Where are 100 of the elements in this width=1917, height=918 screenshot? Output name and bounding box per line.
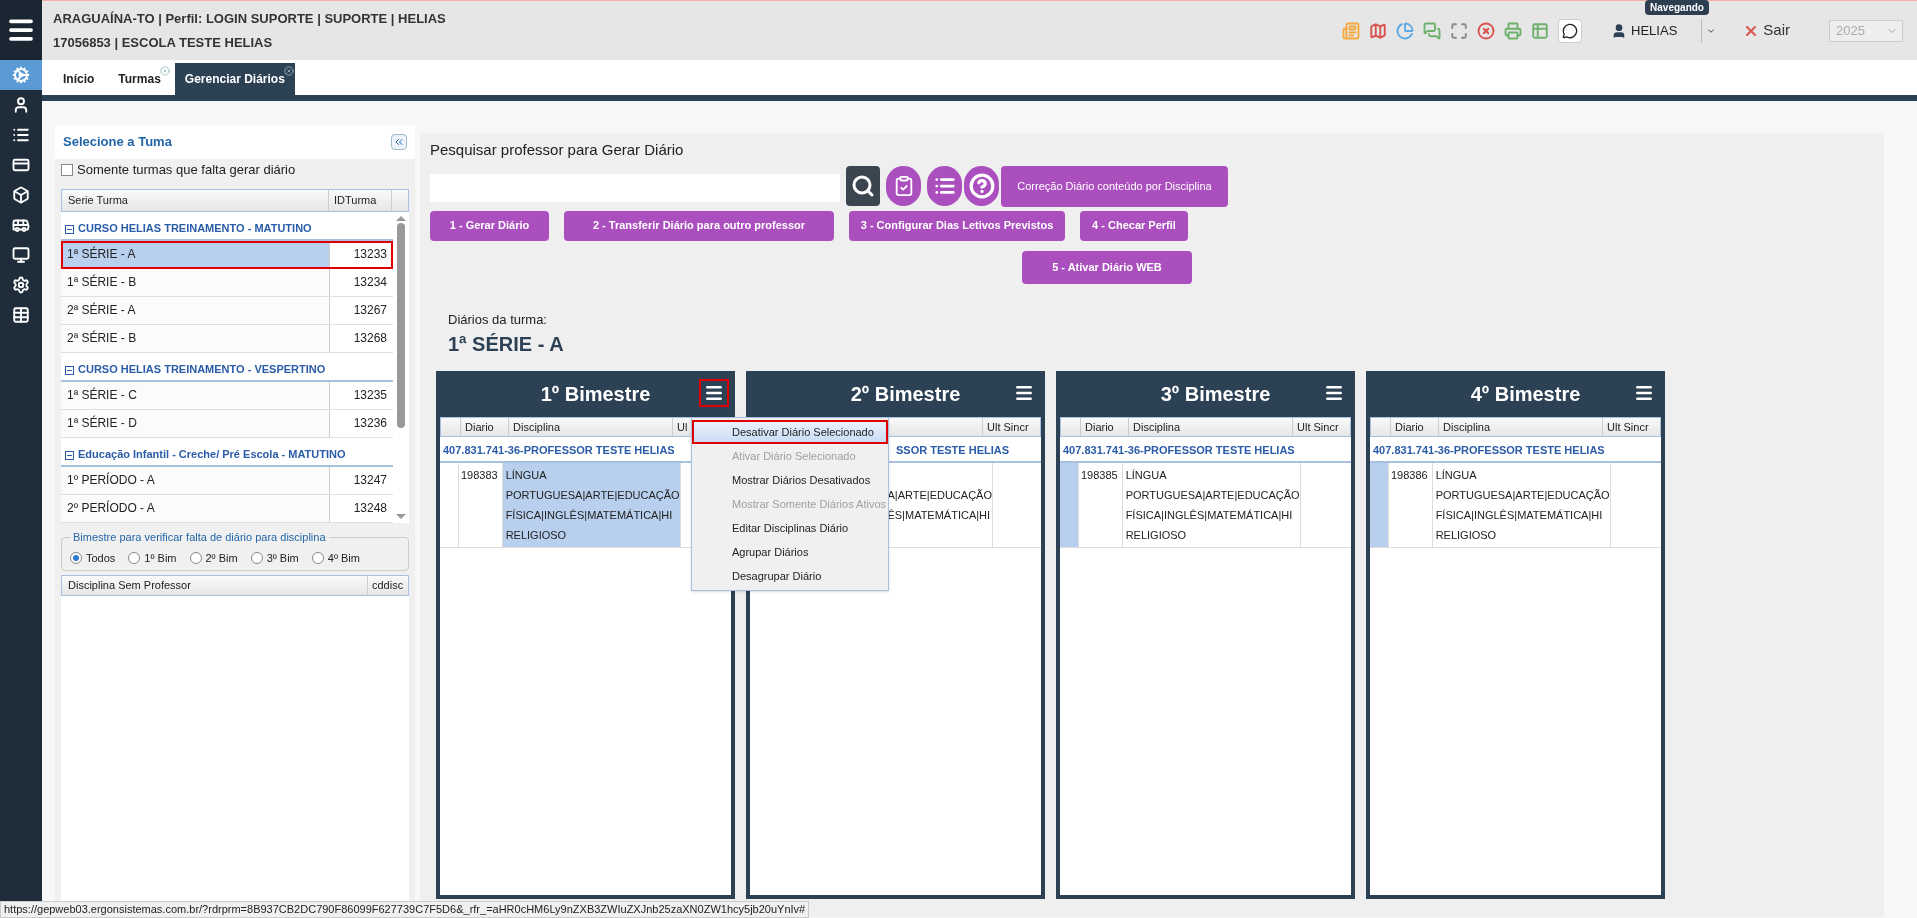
checkbox-label: Somente turmas que falta gerar diário bbox=[77, 161, 296, 180]
card-title: 1º Bimestre bbox=[539, 382, 651, 407]
column-header: Disciplina bbox=[509, 418, 673, 436]
logout-button[interactable]: Sair bbox=[1743, 19, 1790, 42]
group-row-text: CURSO HELIAS TREINAMENTO - MATUTINO bbox=[78, 220, 312, 236]
card-title: 2º Bimestre bbox=[849, 382, 961, 407]
table-row[interactable]: 1º PERÍODO - A 13247 bbox=[61, 467, 393, 495]
column-header: Ult Sincr bbox=[1296, 420, 1340, 435]
diarios-label: Diários da turma: bbox=[448, 310, 548, 329]
table-cell: 2ª SÉRIE - A bbox=[61, 297, 330, 324]
table-cell[interactable]: LÍNGUA PORTUGUESA|ARTE|EDUCAÇÃO FÍSICA|INGLÊS|MATEMÁTICA|HI RELIGIOSO bbox=[1431, 463, 1610, 547]
table-cell: 1ª SÉRIE - A bbox=[61, 241, 330, 268]
status-tooltip: Navegando bbox=[1645, 0, 1709, 15]
table-row[interactable]: 1ª SÉRIE - C 13235 bbox=[61, 382, 393, 410]
column-header: Ult Sincr bbox=[986, 420, 1030, 435]
card-title: 4º Bimestre bbox=[1469, 382, 1581, 407]
collapse-icon[interactable] bbox=[65, 225, 74, 234]
table-cell: 198385 bbox=[1080, 469, 1118, 481]
radio-button[interactable] bbox=[250, 551, 263, 564]
collapse-icon bbox=[393, 136, 405, 148]
action-button[interactable]: 5 - Ativar Diário WEB bbox=[1022, 250, 1192, 284]
table-cell[interactable]: LÍNGUA PORTUGUESA|ARTE|EDUCAÇÃO FÍSICA|INGLÊS|MATEMÁTICA|HI RELIGIOSO bbox=[501, 463, 680, 547]
close-icon[interactable] bbox=[283, 66, 294, 76]
collapse-icon[interactable] bbox=[65, 366, 74, 375]
tab[interactable]: Início bbox=[53, 63, 105, 95]
table-cell: 1º PERÍODO - A bbox=[61, 467, 330, 494]
location-text: ARAGUAÍNA-TO | Perfil: LOGIN SUPORTE | SUPORTE | HELIAS bbox=[53, 10, 446, 28]
group-row-text: 407.831.741-36-PROFESSOR TESTE HELIAS bbox=[443, 442, 675, 458]
map-icon[interactable] bbox=[1369, 21, 1388, 40]
menu-icon[interactable] bbox=[0, 0, 42, 60]
action-button[interactable]: 2 - Transferir Diário para outro professor bbox=[564, 210, 834, 241]
discipline-text: PORTUGUESA|ARTE|EDUCAÇÃO bbox=[1435, 488, 1610, 503]
column-header: Disciplina Sem Professor bbox=[62, 576, 368, 595]
tab[interactable]: Turmas bbox=[108, 63, 171, 95]
card-title: 3º Bimestre bbox=[1159, 382, 1271, 407]
search-button[interactable] bbox=[846, 165, 880, 206]
row-marker[interactable] bbox=[1370, 463, 1388, 547]
tab[interactable]: Gerenciar Diários bbox=[174, 63, 295, 95]
table-row[interactable]: 1ª SÉRIE - D 13236 bbox=[61, 410, 393, 438]
user-name[interactable]: HELIAS bbox=[1631, 20, 1678, 41]
discipline-text: PORTUGUESA|ARTE|EDUCAÇÃO bbox=[1125, 488, 1300, 503]
menu-item[interactable]: Desagrupar Diário bbox=[692, 564, 888, 588]
table-row[interactable]: 1ª SÉRIE - B 13234 bbox=[61, 269, 393, 297]
clipboard-check-icon[interactable] bbox=[886, 165, 921, 206]
column-header: Diario bbox=[461, 418, 509, 436]
collapse-icon[interactable] bbox=[65, 451, 74, 460]
column-header: Serie Turma bbox=[62, 190, 329, 211]
table-cell: 198383 bbox=[460, 469, 498, 481]
menu-icon[interactable] bbox=[699, 379, 729, 407]
group-row-text: Educação Infantil - Creche/ Pré Escola - MATUTINO bbox=[78, 446, 346, 462]
group-legend: Bimestre para verificar falta de diário para disciplina bbox=[70, 529, 329, 546]
discipline-text: FÍSICA|INGLÊS|MATEMÁTICA|HI bbox=[1435, 508, 1604, 523]
table-cell-text: ÊS|MATEMÁTICA|HI bbox=[887, 508, 991, 523]
action-button[interactable]: 4 - Checar Perfil bbox=[1080, 210, 1188, 241]
discipline-text: RELIGIOSO bbox=[1435, 528, 1498, 543]
help-icon[interactable] bbox=[964, 165, 999, 206]
whatsapp-icon[interactable] bbox=[1558, 18, 1583, 43]
action-button[interactable]: 3 - Configurar Dias Letivos Previstos bbox=[849, 210, 1065, 241]
table-row[interactable]: 2ª SÉRIE - A 13267 bbox=[61, 297, 393, 325]
group-row-text: SSOR TESTE HELIAS bbox=[896, 442, 1010, 458]
search-icon bbox=[851, 173, 875, 198]
column-header: Ult Sincr bbox=[1606, 420, 1650, 435]
column-header: Disciplina bbox=[1129, 418, 1293, 436]
discipline-text: FÍSICA|INGLÊS|MATEMÁTICA|HI bbox=[1125, 508, 1294, 523]
table-cell: 2º PERÍODO - A bbox=[61, 495, 330, 522]
checkbox[interactable] bbox=[61, 164, 73, 176]
radio-label: Todos bbox=[86, 550, 116, 566]
table-cell: 1ª SÉRIE - D bbox=[61, 410, 330, 437]
class-title: 1ª SÉRIE - A bbox=[448, 332, 565, 357]
menu-item[interactable]: Desativar Diário Selecionado bbox=[692, 420, 888, 444]
row-marker[interactable] bbox=[1060, 463, 1078, 547]
action-button[interactable]: Correção Diário conteúdo por Disciplina bbox=[1001, 165, 1228, 207]
radio-button[interactable] bbox=[70, 551, 82, 564]
column-header: Diario bbox=[1391, 418, 1439, 436]
panel-title: Selecione a Tuma bbox=[63, 133, 172, 152]
table-cell: 2ª SÉRIE - B bbox=[61, 325, 330, 352]
table-cell-text: A|ARTE|EDUCAÇÃO bbox=[887, 488, 992, 503]
column-header: cddisc bbox=[371, 578, 405, 593]
group-row-text: CURSO HELIAS TREINAMENTO - VESPERTINO bbox=[78, 361, 326, 377]
radio-button[interactable] bbox=[189, 551, 202, 564]
radio-label: 4º Bim bbox=[327, 550, 360, 566]
radio-label: 1º Bim bbox=[144, 550, 177, 566]
collapse-button[interactable] bbox=[391, 134, 407, 150]
column-header: Disciplina bbox=[1439, 418, 1603, 436]
table-row[interactable]: 1ª SÉRIE - A 13233 bbox=[61, 241, 393, 269]
table-cell[interactable]: LÍNGUA PORTUGUESA|ARTE|EDUCAÇÃO FÍSICA|INGLÊS|MATEMÁTICA|HI RELIGIOSO bbox=[1121, 463, 1300, 547]
table-row[interactable]: 2ª SÉRIE - B 13268 bbox=[61, 325, 393, 353]
action-button[interactable]: 1 - Gerar Diário bbox=[430, 210, 549, 241]
discipline-text: LÍNGUA bbox=[1125, 468, 1168, 483]
close-icon[interactable] bbox=[1477, 21, 1496, 40]
radio-button[interactable] bbox=[311, 551, 324, 564]
table-row[interactable]: 2º PERÍODO - A 13248 bbox=[61, 495, 393, 523]
column-header: IDTurma bbox=[329, 190, 392, 211]
discipline-text: LÍNGUA bbox=[505, 468, 548, 483]
discipline-text: RELIGIOSO bbox=[1125, 528, 1188, 543]
radio-button[interactable] bbox=[128, 551, 141, 564]
radio-label: 3º Bim bbox=[266, 550, 299, 566]
fullscreen-icon[interactable] bbox=[1450, 21, 1469, 40]
table-cell: 1ª SÉRIE - C bbox=[61, 382, 330, 409]
column-header: Ul bbox=[676, 420, 689, 435]
